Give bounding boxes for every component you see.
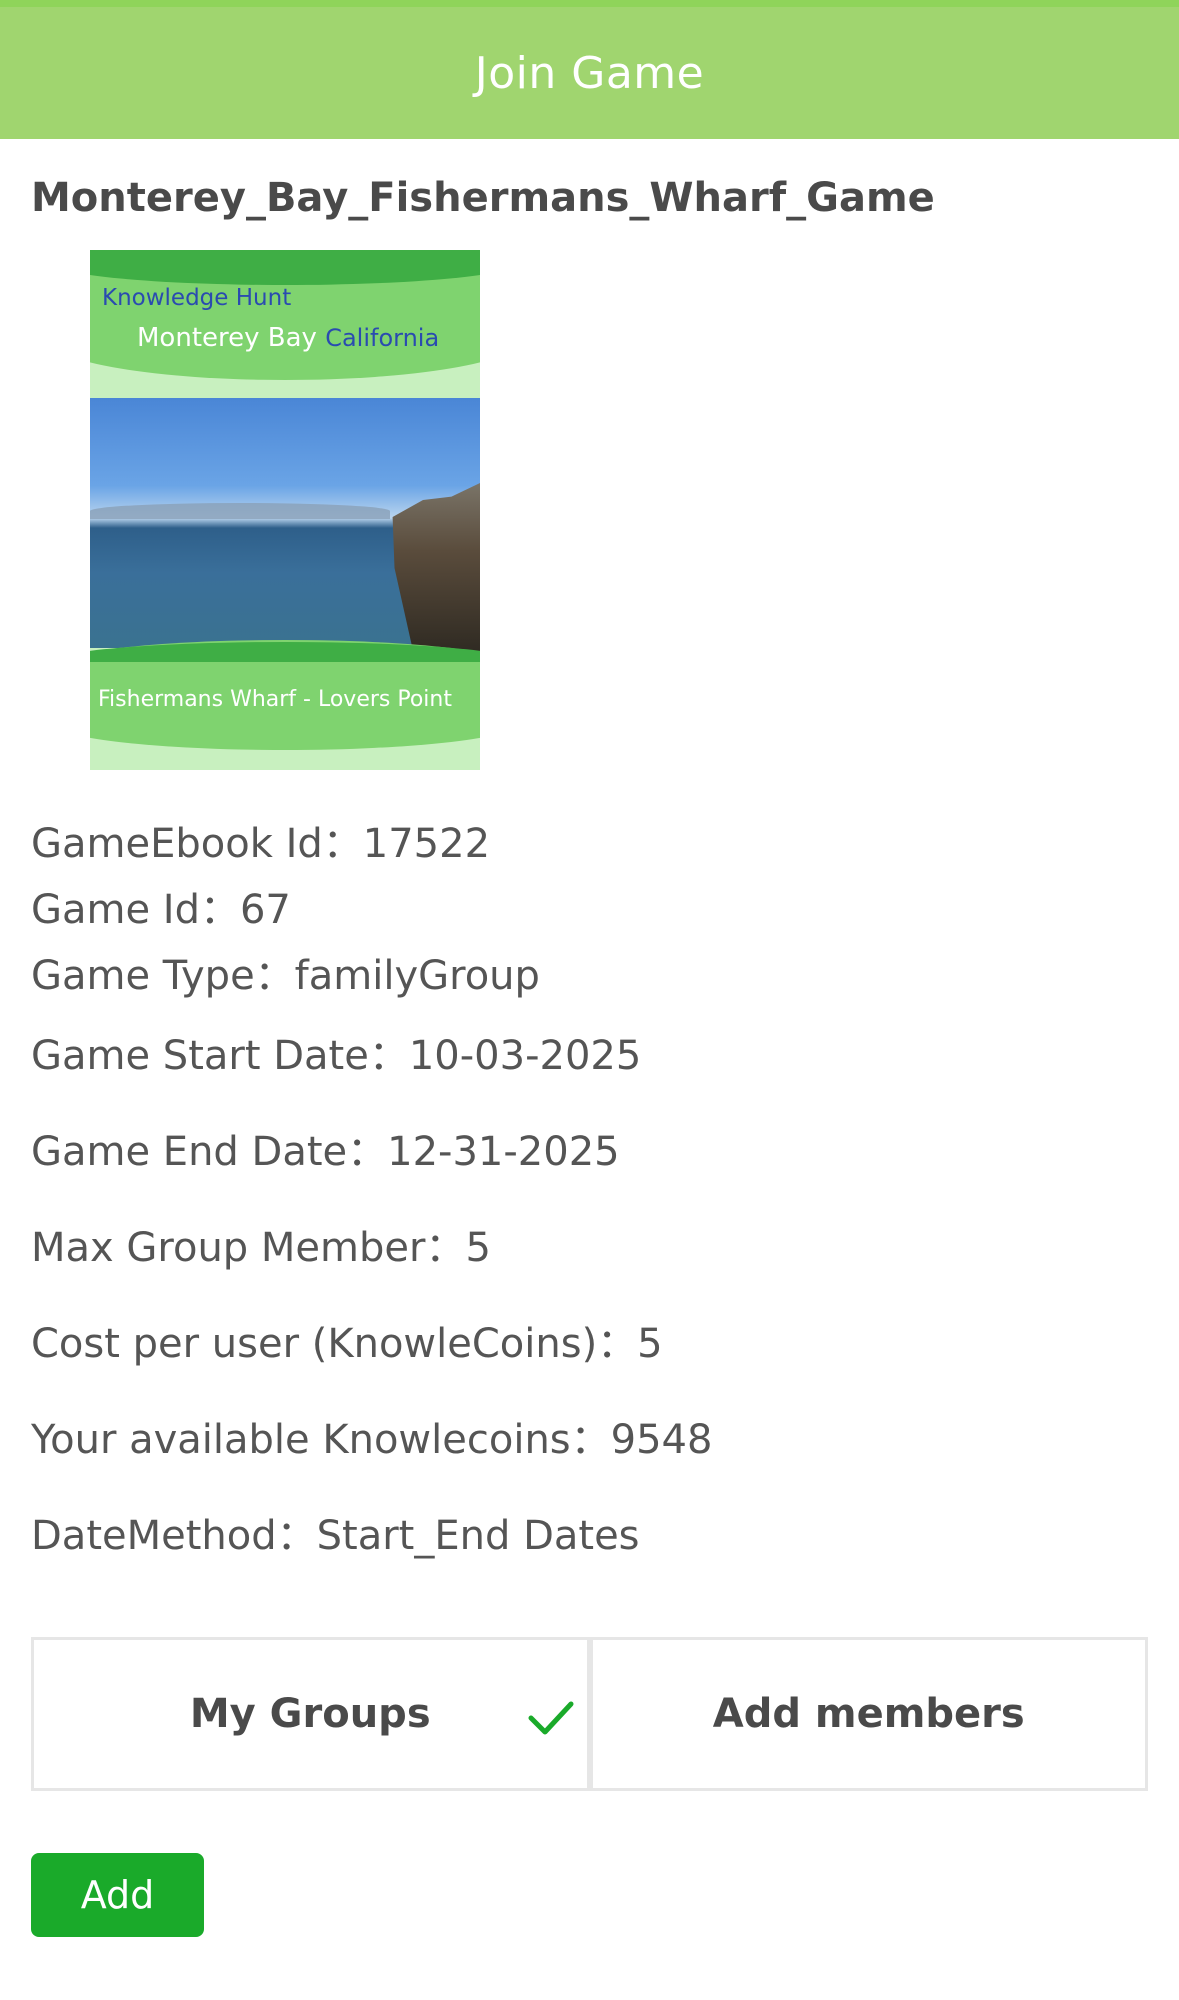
app-header: Join Game: [0, 7, 1179, 139]
header-top-line: [0, 0, 1179, 7]
game-name: Monterey_Bay_Fishermans_Wharf_Game: [31, 175, 935, 221]
cover-location-accent: California: [325, 324, 440, 352]
game-cover-image: Knowledge Hunt Monterey Bay California F…: [90, 250, 480, 770]
info-start-date: Game Start Date：10-03-2025: [31, 1033, 642, 1079]
info-max-group-member: Max Group Member：5: [31, 1225, 491, 1271]
cover-location: Monterey Bay California: [137, 323, 439, 353]
info-available-coins: Your available Knowlecoins：9548: [31, 1417, 713, 1463]
info-end-date: Game End Date：12-31-2025: [31, 1129, 620, 1175]
info-gameebook-id: GameEbook Id：17522: [31, 821, 491, 867]
page-title: Join Game: [474, 47, 705, 99]
info-game-id: Game Id：67: [31, 887, 291, 933]
tab-add-members[interactable]: Add members: [589, 1637, 1148, 1791]
tab-my-groups[interactable]: My Groups: [31, 1637, 590, 1791]
cover-photo: [90, 398, 480, 653]
tab-add-members-label: Add members: [712, 1691, 1025, 1737]
info-game-type: Game Type：familyGroup: [31, 953, 540, 999]
check-icon: [528, 1701, 573, 1735]
cover-title: Knowledge Hunt: [102, 285, 292, 311]
cover-location-main: Monterey Bay: [137, 323, 317, 353]
info-date-method: DateMethod：Start_End Dates: [31, 1513, 640, 1559]
cover-subtitle: Fishermans Wharf - Lovers Point: [98, 687, 452, 712]
tab-my-groups-label: My Groups: [189, 1691, 431, 1737]
add-button[interactable]: Add: [31, 1853, 204, 1937]
group-tabs: My Groups Add members: [31, 1637, 1148, 1791]
info-cost-per-user: Cost per user (KnowleCoins)：5: [31, 1321, 663, 1367]
